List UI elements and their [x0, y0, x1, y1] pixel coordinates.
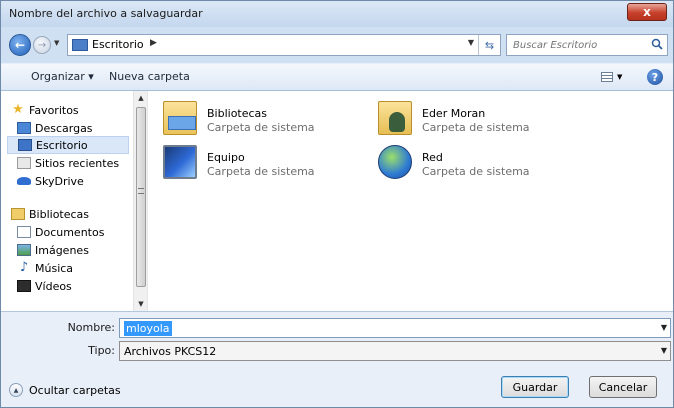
file-name: Bibliotecas — [207, 107, 268, 120]
file-type: Carpeta de sistema — [422, 121, 530, 134]
navigation-pane: ★ Favoritos Descargas Escritorio Sitios … — [1, 91, 147, 311]
desktop-folder-icon — [72, 39, 88, 51]
sidebar-item-favorites[interactable]: ★ Favoritos — [11, 101, 79, 119]
forward-button[interactable]: → — [33, 36, 51, 54]
star-icon: ★ — [12, 102, 24, 117]
sidebar-item-desktop[interactable]: Escritorio — [7, 136, 129, 154]
sidebar-item-label: Música — [35, 261, 74, 275]
file-name: Red — [422, 151, 443, 164]
sidebar-item-label: Favoritos — [29, 103, 79, 117]
organize-button[interactable]: Organizar ▾ — [31, 70, 94, 83]
desktop-icon — [18, 139, 32, 151]
refresh-button[interactable]: ⇆ — [478, 35, 500, 55]
back-arrow-icon: ← — [14, 38, 26, 52]
video-film-icon — [17, 280, 31, 292]
file-name: Equipo — [207, 151, 245, 164]
chevron-down-icon[interactable]: ▼ — [661, 323, 667, 332]
scroll-up-icon[interactable]: ▲ — [134, 91, 148, 105]
forward-arrow-icon: → — [37, 39, 47, 51]
user-folder-icon — [378, 101, 412, 135]
close-icon: x — [643, 5, 651, 19]
sidebar-item-libraries[interactable]: Bibliotecas — [11, 205, 89, 223]
change-view-button[interactable]: ▼ — [601, 69, 629, 85]
file-name-value[interactable]: mloyola — [124, 321, 172, 336]
view-options-icon — [601, 72, 613, 82]
window-title: Nombre del archivo a salvaguardar — [9, 7, 203, 20]
file-item-libraries[interactable]: Bibliotecas Carpeta de sistema — [151, 97, 351, 141]
sidebar-item-music[interactable]: ♪ Música — [17, 259, 73, 277]
chevron-down-icon[interactable]: ▼ — [661, 346, 667, 355]
cancel-button[interactable]: Cancelar — [589, 376, 657, 398]
navigation-scrollbar[interactable]: ▲ ▼ — [133, 91, 147, 311]
scroll-down-icon[interactable]: ▼ — [134, 297, 148, 311]
pictures-icon — [17, 244, 31, 256]
libraries-icon — [11, 208, 25, 220]
sidebar-item-label: Bibliotecas — [29, 207, 90, 221]
collapse-up-icon: ▲ — [9, 383, 23, 397]
file-type-label: Tipo: — [88, 344, 115, 357]
documents-icon — [17, 226, 31, 238]
sidebar-item-downloads[interactable]: Descargas — [17, 119, 93, 137]
file-item-computer[interactable]: Equipo Carpeta de sistema — [151, 141, 351, 185]
title-bar: Nombre del archivo a salvaguardar x — [1, 1, 673, 27]
scroll-thumb[interactable] — [136, 107, 146, 287]
refresh-icon: ⇆ — [484, 38, 495, 52]
pane-divider[interactable] — [147, 91, 148, 311]
help-icon[interactable]: ? — [647, 69, 663, 85]
address-location[interactable]: Escritorio — [92, 38, 144, 51]
recent-places-icon — [17, 157, 31, 169]
search-box[interactable] — [506, 34, 668, 56]
browser-area: ★ Favoritos Descargas Escritorio Sitios … — [1, 91, 673, 311]
file-name-field[interactable]: mloyola ▼ — [119, 318, 671, 338]
file-list: Bibliotecas Carpeta de sistema Eder Mora… — [151, 91, 671, 311]
sidebar-item-recent[interactable]: Sitios recientes — [17, 154, 119, 172]
sidebar-item-label: Descargas — [35, 121, 93, 135]
file-type: Carpeta de sistema — [207, 165, 315, 178]
music-note-icon: ♪ — [19, 260, 29, 275]
cloud-icon — [17, 177, 31, 185]
file-type-value: Archivos PKCS12 — [124, 345, 217, 358]
file-type: Carpeta de sistema — [422, 165, 530, 178]
file-item-user[interactable]: Eder Moran Carpeta de sistema — [366, 97, 566, 141]
save-dialog: Nombre del archivo a salvaguardar x ← → … — [0, 0, 674, 408]
sidebar-item-videos[interactable]: Vídeos — [17, 277, 72, 295]
sidebar-item-label: Documentos — [35, 225, 105, 239]
downloads-folder-icon — [17, 122, 31, 134]
file-type: Carpeta de sistema — [207, 121, 315, 134]
hide-folders-label: Ocultar carpetas — [29, 383, 121, 397]
command-bar: Organizar ▾ Nueva carpeta ▼ ? — [1, 63, 673, 91]
sidebar-item-label: Sitios recientes — [35, 156, 120, 170]
back-button[interactable]: ← — [9, 34, 31, 56]
sidebar-item-label: SkyDrive — [35, 174, 84, 188]
network-icon — [378, 145, 412, 179]
sidebar-item-documents[interactable]: Documentos — [17, 223, 104, 241]
recent-locations-dropdown[interactable]: ▼ — [54, 39, 64, 49]
sidebar-item-images[interactable]: Imágenes — [17, 241, 89, 259]
file-name: Eder Moran — [422, 107, 486, 120]
file-name-label: Nombre: — [67, 321, 115, 334]
address-dropdown-icon[interactable]: ▼ — [468, 38, 474, 47]
sidebar-item-skydrive[interactable]: SkyDrive — [17, 172, 84, 190]
breadcrumb-chevron-icon[interactable]: ▶ — [150, 38, 157, 48]
search-input[interactable] — [507, 35, 647, 55]
close-button[interactable]: x — [627, 3, 667, 21]
address-bar: ← → ▼ Escritorio ▶ ▼ ⇆ — [1, 27, 673, 63]
chevron-down-icon: ▼ — [617, 73, 623, 81]
hide-folders-toggle[interactable]: ▲ Ocultar carpetas — [9, 383, 121, 397]
sidebar-item-label: Vídeos — [35, 279, 72, 293]
search-icon[interactable] — [651, 38, 663, 50]
sidebar-item-label: Escritorio — [36, 138, 88, 152]
file-item-network[interactable]: Red Carpeta de sistema — [366, 141, 566, 185]
sidebar-item-label: Imágenes — [35, 243, 89, 257]
library-folder-icon — [163, 101, 197, 135]
grip-icon — [138, 188, 144, 194]
file-type-select[interactable]: Archivos PKCS12 ▼ — [119, 341, 671, 361]
save-button[interactable]: Guardar — [501, 376, 569, 398]
address-field[interactable]: Escritorio ▶ ▼ ⇆ — [67, 34, 501, 56]
new-folder-button[interactable]: Nueva carpeta — [109, 70, 190, 83]
save-form: Nombre: mloyola ▼ Tipo: Archivos PKCS12 … — [1, 311, 673, 407]
computer-icon — [163, 145, 197, 179]
